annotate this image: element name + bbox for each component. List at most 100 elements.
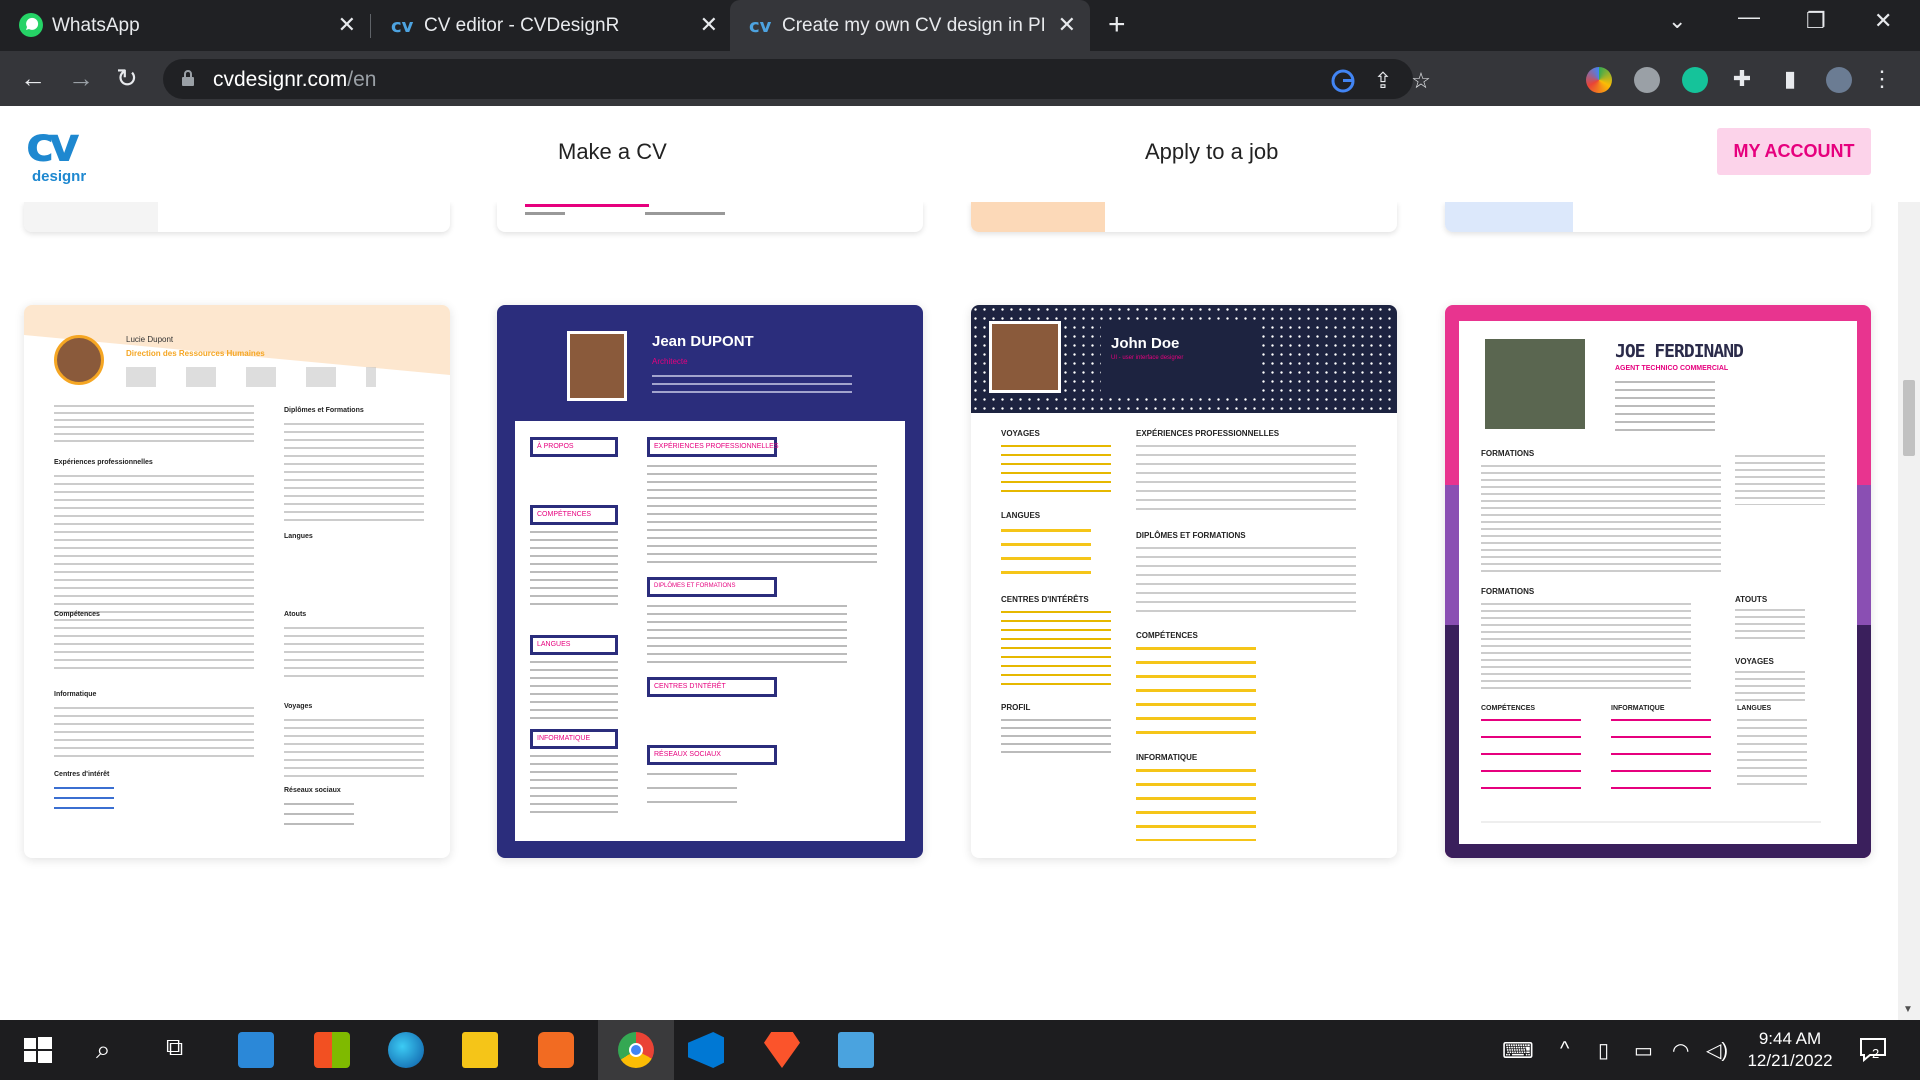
task-view-icon[interactable]: ⧉	[166, 1034, 183, 1062]
cv-section-heading: LANGUES	[537, 641, 571, 648]
keyboard-icon[interactable]: ⌨	[1502, 1038, 1534, 1064]
mail-icon[interactable]	[238, 1032, 274, 1068]
scroll-down-icon[interactable]: ▼	[1903, 1004, 1913, 1015]
chevron-up-icon[interactable]: ^	[1560, 1038, 1569, 1061]
reload-icon[interactable]: ↻	[116, 63, 138, 94]
cv-section-heading: FORMATIONS	[1481, 587, 1535, 596]
cv-section-heading: LANGUES	[1737, 705, 1772, 712]
clock-date: 12/21/2022	[1747, 1051, 1833, 1070]
cv-section-heading: PROFIL	[1001, 703, 1031, 712]
avatar	[1485, 339, 1585, 429]
avatar	[989, 321, 1061, 393]
cv-section-heading: VOYAGES	[1001, 429, 1040, 438]
scrollbar-thumb[interactable]	[1903, 380, 1915, 456]
volume-icon[interactable]: ◁)	[1706, 1038, 1728, 1063]
brave-icon[interactable]	[764, 1032, 800, 1068]
cv-section-heading: CENTRES D'INTÉRÊTS	[1001, 595, 1089, 604]
cv-title: UI - user interface designer	[1111, 355, 1184, 361]
cv-section-heading: COMPÉTENCES	[537, 511, 592, 518]
close-icon[interactable]: ✕	[338, 12, 356, 38]
browser-tab-strip: WhatsApp ✕ cv CV editor - CVDesignR ✕ cv…	[0, 0, 1920, 51]
tab-title: WhatsApp	[52, 15, 140, 36]
cv-section-heading: Centres d'intérêt	[54, 771, 110, 778]
cv-section-heading: Informatique	[54, 691, 97, 698]
cvdesignr-logo[interactable]: cv designr	[26, 120, 96, 190]
store-icon[interactable]	[314, 1032, 350, 1068]
url-text: cvdesignr.com/en	[213, 68, 377, 91]
edge-icon[interactable]	[388, 1032, 424, 1068]
tab-divider	[370, 14, 371, 38]
cvdesignr-icon: cv	[391, 16, 414, 37]
cv-section-heading: DIPLÔMES ET FORMATIONS	[654, 583, 736, 589]
battery-icon[interactable]: ▭	[1634, 1038, 1653, 1063]
cv-section-heading: Atouts	[284, 611, 307, 618]
address-bar[interactable]: cvdesignr.com/en ⇪ ☆	[163, 59, 1431, 99]
cv-name: John Doe	[1111, 335, 1180, 352]
template-card-partial[interactable]	[24, 202, 450, 232]
extension-icon[interactable]	[1634, 67, 1660, 93]
template-card-john[interactable]: John Doe UI - user interface designer VO…	[971, 305, 1397, 858]
device-icon[interactable]: ▯	[1598, 1038, 1609, 1063]
window-close-icon[interactable]: ✕	[1874, 8, 1892, 34]
cv-title: Architecte	[652, 357, 688, 366]
notifications-button[interactable]: 2	[1858, 1034, 1888, 1064]
share-icon[interactable]: ⇪	[1371, 69, 1395, 93]
new-tab-button[interactable]: +	[1108, 8, 1126, 42]
cv-section-heading: VOYAGES	[1735, 657, 1774, 666]
close-icon[interactable]: ✕	[700, 12, 718, 38]
xampp-icon[interactable]	[538, 1032, 574, 1068]
cv-section-heading: À PROPOS	[537, 443, 574, 450]
template-card-partial[interactable]	[497, 202, 923, 232]
cv-section-heading: EXPÉRIENCES PROFESSIONNELLES	[1136, 429, 1280, 438]
taskbar-active-app[interactable]	[598, 1020, 674, 1080]
make-cv-link[interactable]: Make a CV	[558, 139, 667, 165]
cv-section-heading: Voyages	[284, 703, 313, 710]
close-icon[interactable]: ✕	[1058, 12, 1076, 38]
avatar	[54, 335, 104, 385]
control-panel-icon[interactable]	[838, 1032, 874, 1068]
forward-arrow-icon[interactable]: →	[68, 63, 94, 94]
cv-section-heading: ATOUTS	[1735, 595, 1768, 604]
cv-section-heading: EXPÉRIENCES PROFESSIONNELLES	[654, 443, 779, 450]
cv-section-heading: COMPÉTENCES	[1136, 631, 1198, 640]
minimize-icon[interactable]: —	[1738, 4, 1760, 30]
template-card-joe[interactable]: JOE FERDINAND AGENT TECHNICO COMMERCIAL …	[1445, 305, 1871, 858]
tab-cv-editor[interactable]: cv CV editor - CVDesignR ✕	[372, 0, 732, 51]
extensions-puzzle-icon[interactable]: ✚	[1730, 67, 1754, 91]
file-explorer-icon[interactable]	[462, 1032, 498, 1068]
google-icon[interactable]	[1331, 69, 1355, 93]
vscode-icon[interactable]	[688, 1032, 724, 1068]
template-card-lucie[interactable]: Lucie Dupont Direction des Ressources Hu…	[24, 305, 450, 858]
template-card-partial[interactable]	[1445, 202, 1871, 232]
site-header: cv designr Make a CV Apply to a job MY A…	[0, 106, 1920, 202]
tab-title: Create my own CV design in PDF	[782, 15, 1044, 36]
wifi-icon[interactable]: ◠	[1672, 1038, 1689, 1063]
whatsapp-icon	[19, 13, 43, 37]
apply-job-link[interactable]: Apply to a job	[1145, 139, 1278, 165]
search-icon[interactable]: ⌕	[96, 1034, 111, 1066]
side-panel-icon[interactable]: ▮	[1778, 67, 1802, 91]
restore-icon[interactable]: ❐	[1806, 8, 1826, 34]
template-card-partial[interactable]	[971, 202, 1397, 232]
tab-search-icon[interactable]: ⌄	[1668, 8, 1686, 34]
tab-create-cv[interactable]: cv Create my own CV design in PDF ✕	[730, 0, 1090, 51]
my-account-button[interactable]: MY ACCOUNT	[1717, 128, 1871, 175]
tab-whatsapp[interactable]: WhatsApp ✕	[0, 0, 370, 51]
back-arrow-icon[interactable]: ←	[20, 63, 46, 94]
windows-start-icon[interactable]	[20, 1032, 56, 1068]
grammarly-icon[interactable]	[1682, 67, 1708, 93]
extension-icon[interactable]	[1586, 67, 1612, 93]
system-clock[interactable]: 9:44 AM 12/21/2022	[1740, 1028, 1840, 1072]
cvdesignr-icon: cv	[749, 16, 772, 37]
cv-name: Lucie Dupont	[126, 335, 174, 344]
cv-section-heading: INFORMATIQUE	[1611, 705, 1665, 712]
menu-kebab-icon[interactable]: ⋮	[1870, 67, 1894, 91]
page-scrollbar[interactable]: ▲ ▼	[1898, 106, 1920, 1020]
windows-taskbar: ⌕ ⧉ ⌨ ^ ▯ ▭ ◠ ◁) 9:44 AM 12/21/2022 2	[0, 1020, 1920, 1080]
cv-section-heading: COMPÉTENCES	[1481, 705, 1536, 712]
clock-time: 9:44 AM	[1758, 1029, 1822, 1048]
avatar[interactable]	[1826, 67, 1852, 93]
template-card-jean[interactable]: Jean DUPONT Architecte À PROPOS EXPÉRIEN…	[497, 305, 923, 858]
cv-section-heading: INFORMATIQUE	[1136, 753, 1198, 762]
bookmark-star-icon[interactable]: ☆	[1409, 69, 1433, 93]
